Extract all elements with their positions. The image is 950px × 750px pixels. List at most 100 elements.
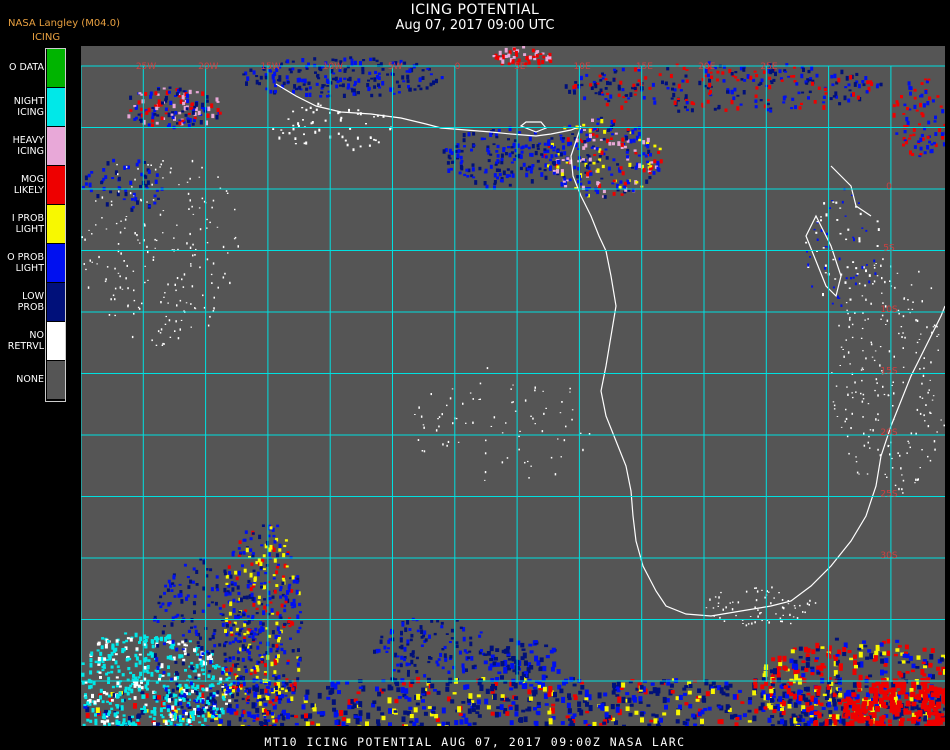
icing-pixel	[798, 656, 803, 659]
icing-pixel	[603, 195, 607, 199]
icing-pixel	[768, 591, 770, 593]
icing-pixel	[611, 182, 615, 185]
icing-pixel	[164, 107, 168, 111]
icing-pixel	[590, 146, 594, 149]
icing-pixel	[848, 287, 851, 289]
icing-pixel	[778, 696, 783, 702]
icing-pixel	[373, 138, 376, 141]
icing-pixel	[140, 686, 144, 690]
legend-swatch	[46, 243, 66, 283]
icing-pixel	[916, 478, 919, 481]
icing-pixel	[510, 170, 514, 174]
icing-pixel	[490, 711, 495, 716]
icing-pixel	[915, 319, 917, 322]
icing-pixel	[238, 629, 242, 633]
icing-pixel	[822, 95, 826, 99]
icing-pixel	[559, 152, 563, 157]
icing-pixel	[728, 683, 733, 688]
icing-pixel	[634, 165, 638, 170]
icing-pixel	[448, 148, 452, 154]
icing-pixel	[182, 90, 186, 93]
icing-pixel	[845, 302, 848, 304]
icing-pixel	[103, 657, 107, 661]
icing-pixel	[408, 87, 412, 92]
icing-pixel	[507, 658, 512, 661]
icing-pixel	[844, 86, 848, 89]
icing-pixel	[808, 603, 810, 606]
icing-pixel	[805, 82, 809, 85]
icing-pixel	[139, 242, 141, 244]
icing-pixel	[658, 73, 662, 77]
icing-pixel	[397, 696, 402, 699]
icing-pixel	[844, 281, 847, 284]
icing-pixel	[211, 714, 214, 719]
icing-pixel	[666, 679, 671, 686]
icing-pixel	[598, 155, 602, 158]
icing-pixel	[464, 717, 469, 724]
icing-pixel	[657, 150, 661, 154]
icing-pixel	[187, 718, 191, 724]
icing-pixel	[494, 656, 498, 661]
icing-pixel	[852, 668, 857, 675]
icing-pixel	[734, 76, 738, 79]
icing-pixel	[752, 78, 756, 82]
icing-pixel	[927, 455, 929, 458]
icing-pixel	[249, 587, 253, 592]
icing-pixel	[772, 708, 777, 714]
icing-pixel	[858, 651, 863, 658]
icing-pixel	[278, 695, 282, 699]
icing-pixel	[536, 147, 540, 150]
icing-pixel	[381, 81, 385, 86]
icing-pixel	[268, 634, 272, 638]
icing-pixel	[633, 149, 637, 152]
icing-pixel	[195, 633, 199, 636]
icing-pixel	[931, 399, 934, 401]
icing-pixel	[898, 332, 900, 335]
icing-pixel	[435, 429, 438, 432]
icing-pixel	[541, 59, 545, 64]
icing-pixel	[184, 711, 188, 716]
icing-pixel	[682, 687, 687, 691]
icing-pixel	[218, 681, 222, 684]
icing-pixel	[813, 697, 818, 704]
icing-pixel	[232, 656, 236, 660]
icing-pixel	[372, 57, 376, 61]
icing-pixel	[673, 100, 677, 105]
icing-pixel	[671, 87, 674, 91]
icing-pixel	[197, 715, 201, 718]
icing-pixel	[798, 106, 802, 110]
coastline	[275, 83, 945, 617]
icing-pixel	[544, 703, 549, 706]
icing-pixel	[437, 723, 442, 726]
icing-pixel	[294, 143, 297, 145]
icing-pixel	[446, 161, 450, 165]
icing-pixel	[385, 650, 389, 653]
icing-pixel	[497, 671, 502, 675]
icing-pixel	[166, 725, 170, 726]
icing-pixel	[920, 93, 924, 98]
icing-pixel	[676, 709, 681, 716]
icing-pixel	[875, 84, 879, 89]
icing-pixel	[262, 554, 266, 558]
icing-pixel	[119, 231, 122, 234]
icing-pixel	[393, 710, 398, 713]
icing-pixel	[274, 661, 278, 666]
icing-pixel	[169, 713, 173, 718]
icing-pixel	[552, 171, 556, 175]
icing-pixel	[225, 668, 229, 672]
icing-pixel	[933, 120, 937, 123]
icing-pixel	[181, 720, 185, 723]
icing-pixel	[854, 664, 858, 669]
icing-pixel	[262, 697, 266, 701]
icing-pixel	[519, 717, 524, 723]
icing-pixel	[615, 707, 620, 713]
icing-pixel	[588, 128, 592, 133]
icing-pixel	[619, 166, 623, 170]
icing-pixel	[550, 666, 555, 672]
icing-pixel	[142, 694, 146, 699]
icing-pixel	[678, 694, 683, 700]
icing-pixel	[344, 139, 347, 142]
icing-pixel	[451, 388, 454, 390]
icing-pixel	[89, 684, 93, 689]
icing-pixel	[769, 689, 774, 694]
